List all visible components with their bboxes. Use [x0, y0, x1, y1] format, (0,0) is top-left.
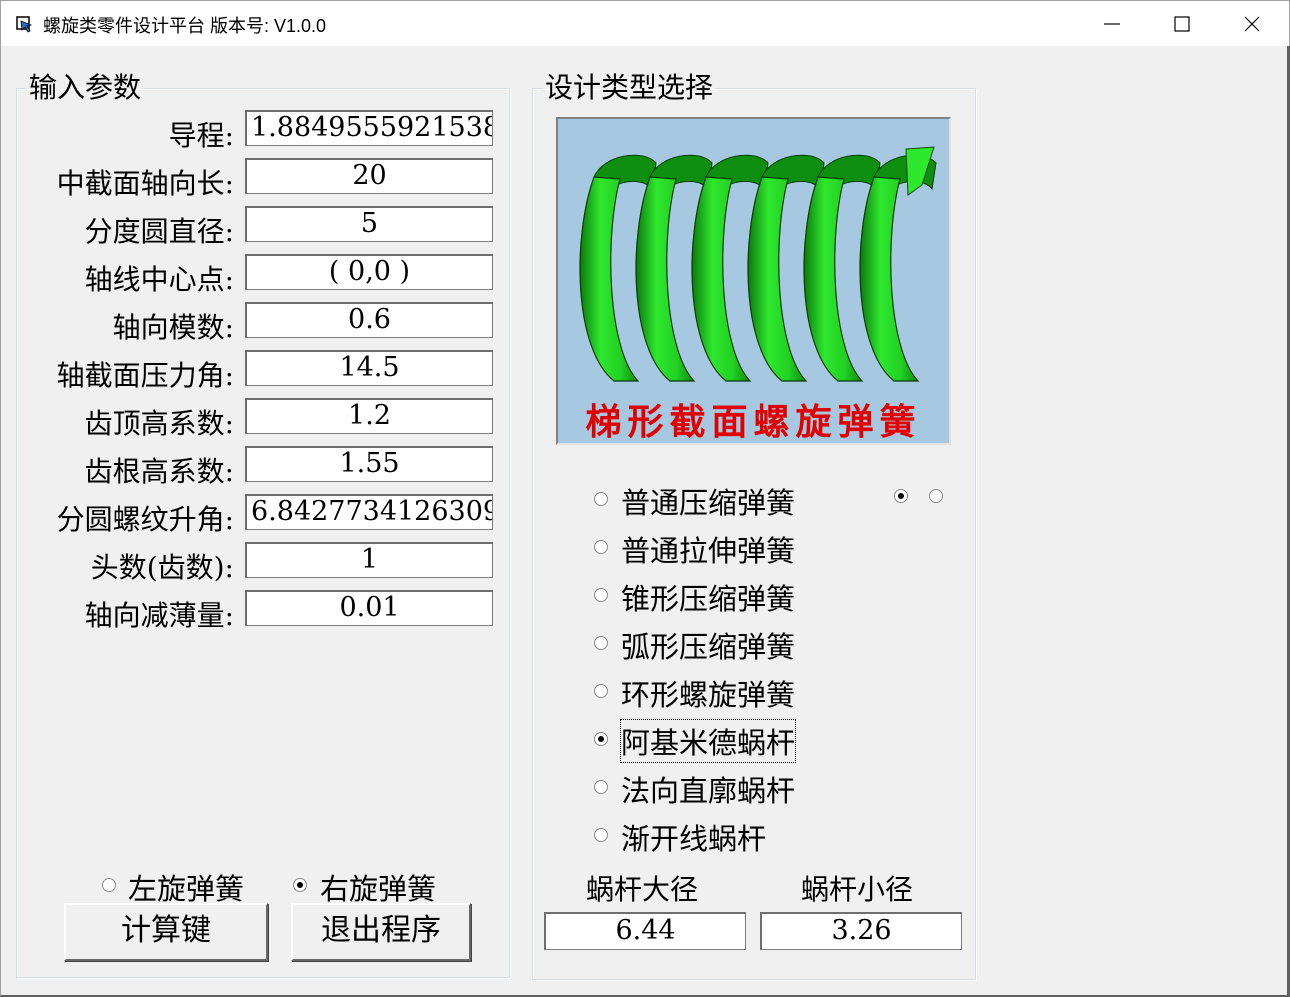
param-label: 轴截面压力角: [56, 359, 234, 392]
design-type-label[interactable]: 普通压缩弹簧 [621, 480, 795, 522]
design-type-label[interactable]: 环形螺旋弹簧 [621, 672, 795, 714]
worm-minor-field[interactable]: 3.26 [760, 912, 962, 950]
param-field[interactable]: 0.6 [245, 302, 493, 338]
maximize-icon [1174, 16, 1190, 32]
param-field[interactable]: 0.01 [245, 590, 493, 626]
design-type-radio[interactable] [594, 780, 608, 794]
param-label: 中截面轴向长: [56, 167, 234, 200]
param-label: 齿根高系数: [84, 455, 234, 488]
minimize-icon [1104, 23, 1120, 25]
spring-coil-front [859, 176, 920, 382]
close-button[interactable] [1217, 1, 1287, 47]
design-type-radio[interactable] [594, 588, 608, 602]
worm-major-label: 蜗杆大径 [586, 873, 699, 906]
design-type-label[interactable]: 弧形压缩弹簧 [621, 624, 795, 666]
param-label: 轴向模数: [112, 311, 234, 344]
spring-coil-front [579, 176, 640, 382]
input-params-title: 输入参数 [29, 71, 142, 104]
design-type-label[interactable]: 阿基米德蜗杆 [619, 719, 797, 763]
param-field[interactable]: 1.2 [245, 398, 493, 434]
exit-button[interactable]: 退出程序 [291, 903, 471, 961]
param-field[interactable]: 1.88495559215387 [245, 110, 493, 146]
param-label: 分圆螺纹升角: [56, 503, 234, 536]
right-hand-radio[interactable] [293, 878, 307, 892]
param-label: 分度圆直径: [84, 215, 234, 248]
worm-minor-label: 蜗杆小径 [801, 873, 914, 906]
title-bar[interactable]: 螺旋类零件设计平台 版本号: V1.0.0 [0, 0, 1290, 47]
param-label: 头数(齿数): [90, 551, 234, 584]
param-field[interactable]: 20 [245, 158, 493, 194]
left-hand-label[interactable]: 左旋弹簧 [128, 866, 244, 908]
design-type-label[interactable]: 法向直廓蜗杆 [621, 768, 795, 810]
design-type-radio[interactable] [594, 732, 608, 746]
spring-preview-image: 梯形截面螺旋弹簧 [556, 117, 951, 445]
design-type-label[interactable]: 渐开线蜗杆 [621, 816, 766, 858]
worm-major-field[interactable]: 6.44 [544, 912, 746, 950]
design-type-radio[interactable] [594, 828, 608, 842]
design-type-radio[interactable] [594, 540, 608, 554]
param-field[interactable]: 1.55 [245, 446, 493, 482]
app-icon [16, 16, 33, 33]
param-field[interactable]: 14.5 [245, 350, 493, 386]
design-type-radio[interactable] [594, 684, 608, 698]
window-title: 螺旋类零件设计平台 版本号: V1.0.0 [43, 16, 327, 36]
design-type-radio[interactable] [594, 636, 608, 650]
param-field[interactable]: 1 [245, 542, 493, 578]
close-icon [1244, 16, 1260, 32]
right-hand-label[interactable]: 右旋弹簧 [320, 866, 436, 908]
design-type-title: 设计类型选择 [545, 71, 714, 104]
param-field[interactable]: 6.84277341263095 [245, 494, 493, 530]
spring-coil-front [747, 176, 808, 382]
spring-coil-front [691, 176, 752, 382]
spring-coil-front [635, 176, 696, 382]
left-hand-radio[interactable] [102, 878, 116, 892]
minimize-button[interactable] [1077, 1, 1147, 47]
extra-radio-2[interactable] [929, 489, 943, 503]
param-label: 轴向减薄量: [84, 599, 234, 632]
param-field[interactable]: ( 0,0 ) [245, 254, 493, 290]
maximize-button[interactable] [1147, 1, 1217, 47]
calculate-button[interactable]: 计算键 [64, 903, 268, 961]
param-field[interactable]: 5 [245, 206, 493, 242]
param-label: 齿顶高系数: [84, 407, 234, 440]
design-type-radio[interactable] [594, 492, 608, 506]
spring-coil-front [803, 176, 864, 382]
preview-caption: 梯形截面螺旋弹簧 [585, 401, 922, 443]
extra-radio-1[interactable] [894, 489, 908, 503]
param-label: 轴线中心点: [84, 263, 234, 296]
param-label: 导程: [168, 119, 234, 152]
design-type-label[interactable]: 锥形压缩弹簧 [621, 576, 795, 618]
design-type-label[interactable]: 普通拉伸弹簧 [621, 528, 795, 570]
